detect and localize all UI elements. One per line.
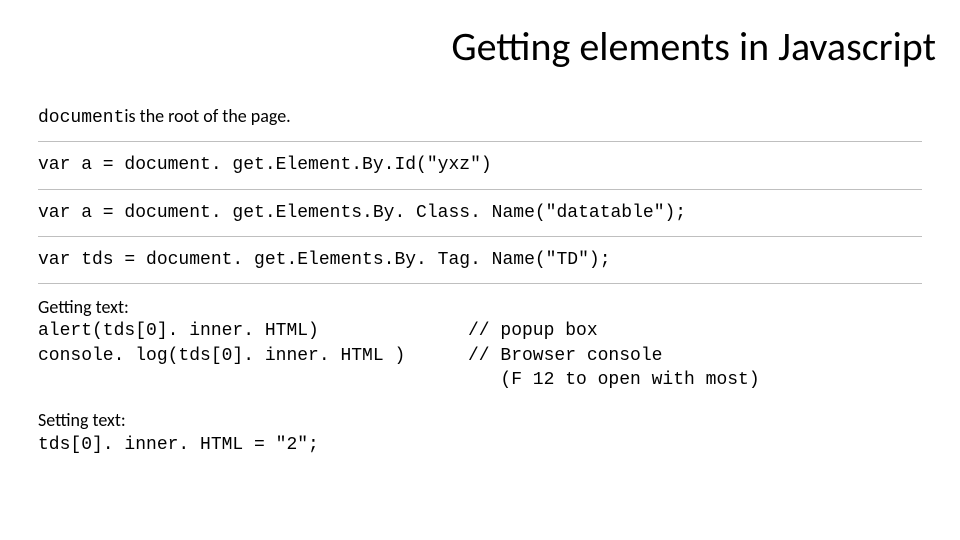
getting-heading: Getting text: bbox=[38, 295, 922, 319]
setting-text-block: Setting text: tds[0]. inner. HTML = "2"; bbox=[38, 408, 922, 457]
code-line-1: var a = document. get.Element.By.Id("yxz… bbox=[38, 153, 922, 177]
setting-line: tds[0]. inner. HTML = "2"; bbox=[38, 433, 922, 457]
intro-line: document is the root of the page. bbox=[38, 104, 922, 130]
getting-left-3 bbox=[38, 368, 468, 392]
getting-row-2: console. log(tds[0]. inner. HTML ) // Br… bbox=[38, 344, 922, 368]
divider bbox=[38, 283, 922, 284]
getting-right-3: (F 12 to open with most) bbox=[468, 368, 922, 392]
code-line-3: var tds = document. get.Elements.By. Tag… bbox=[38, 248, 922, 272]
divider bbox=[38, 189, 922, 190]
getting-left-2: console. log(tds[0]. inner. HTML ) bbox=[38, 344, 468, 368]
intro-text: is the root of the page. bbox=[124, 104, 290, 128]
getting-row-3: (F 12 to open with most) bbox=[38, 368, 922, 392]
getting-right-2: // Browser console bbox=[468, 344, 922, 368]
slide: Getting elements in Javascript document … bbox=[0, 0, 960, 540]
slide-title: Getting elements in Javascript bbox=[451, 22, 936, 71]
divider bbox=[38, 236, 922, 237]
getting-text-block: Getting text: alert(tds[0]. inner. HTML)… bbox=[38, 295, 922, 392]
slide-content: document is the root of the page. var a … bbox=[38, 104, 922, 457]
divider bbox=[38, 141, 922, 142]
getting-left-1: alert(tds[0]. inner. HTML) bbox=[38, 319, 468, 343]
code-line-2: var a = document. get.Elements.By. Class… bbox=[38, 201, 922, 225]
intro-code: document bbox=[38, 106, 124, 130]
getting-row-1: alert(tds[0]. inner. HTML) // popup box bbox=[38, 319, 922, 343]
getting-right-1: // popup box bbox=[468, 319, 922, 343]
setting-heading: Setting text: bbox=[38, 408, 922, 432]
